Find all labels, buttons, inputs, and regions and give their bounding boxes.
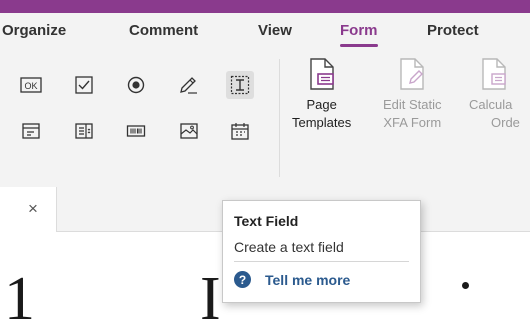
svg-text:OK: OK (24, 81, 37, 91)
calculate-order-icon (482, 58, 507, 90)
edit-static-xfa-label-2: XFA Form (383, 115, 442, 130)
combo-box-icon (22, 123, 40, 139)
edit-xfa-form-icon (400, 58, 424, 90)
tell-me-more-label[interactable]: Tell me more (265, 272, 350, 288)
radio-button-tool[interactable] (122, 71, 150, 99)
barcode-tool[interactable] (122, 117, 150, 145)
document-tab[interactable]: × (0, 187, 57, 232)
document-heading-fragment-left: 1 (4, 265, 35, 333)
menu-comment[interactable]: Comment (129, 22, 198, 39)
list-box-tool[interactable] (70, 117, 98, 145)
barcode-icon (126, 125, 146, 137)
check-box-tool[interactable] (70, 71, 98, 99)
calculate-order-label-2: Orde (491, 115, 520, 130)
document-heading-fragment-right: I (200, 265, 221, 333)
tooltip-description: Create a text field (234, 239, 344, 255)
calculate-order-button[interactable]: Calcula Orde (469, 57, 520, 132)
menu-view[interactable]: View (258, 22, 292, 39)
title-bar-strip (0, 0, 530, 13)
page-templates-label-2: Templates (292, 115, 352, 130)
text-field-icon (230, 75, 250, 95)
help-icon: ? (234, 271, 251, 288)
page-templates-icon (309, 58, 334, 90)
text-field-tooltip: Text Field Create a text field ? Tell me… (222, 200, 421, 303)
menu-organize[interactable]: Organize (2, 22, 66, 39)
date-field-tool[interactable] (226, 117, 254, 145)
menu-protect[interactable]: Protect (427, 22, 479, 39)
radio-button-icon (127, 76, 145, 94)
list-box-icon (75, 123, 93, 139)
signature-field-tool[interactable] (175, 71, 203, 99)
push-button-tool[interactable]: OK (17, 71, 45, 99)
image-field-icon (180, 123, 198, 139)
date-field-icon (231, 123, 249, 140)
image-field-tool[interactable] (175, 117, 203, 145)
edit-static-xfa-label-1: Edit Static (383, 97, 442, 112)
page-templates-button[interactable]: Page Templates (292, 57, 351, 132)
ribbon-separator (279, 59, 280, 177)
tooltip-divider (234, 261, 409, 262)
menu-form[interactable]: Form (340, 22, 378, 47)
tell-me-more-link[interactable]: ? Tell me more (234, 271, 350, 288)
close-icon[interactable]: × (28, 199, 38, 219)
push-button-icon: OK (20, 77, 42, 93)
edit-static-xfa-form-button[interactable]: Edit Static XFA Form (383, 57, 442, 132)
signature-field-icon (180, 77, 197, 94)
calculate-order-label-1: Calcula (469, 97, 513, 112)
check-box-icon (75, 76, 93, 94)
menu-bar: Organize Comment View Form Protect (0, 13, 530, 53)
combo-box-tool[interactable] (17, 117, 45, 145)
ribbon-form: OK Page Templates Edit Static XFA Form C… (0, 53, 530, 188)
tooltip-title: Text Field (234, 213, 299, 229)
text-field-tool[interactable] (226, 71, 254, 99)
document-glyph-dot (462, 282, 469, 289)
page-templates-label-1: Page (306, 97, 337, 112)
